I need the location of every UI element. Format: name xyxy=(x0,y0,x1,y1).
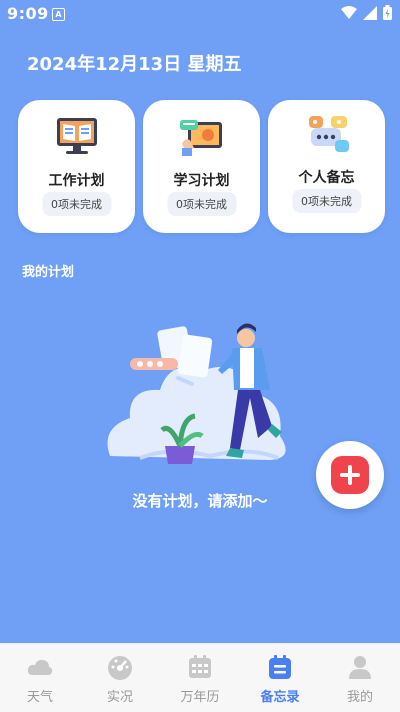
notification-icon: A xyxy=(52,8,65,21)
chat-bubbles-icon xyxy=(309,116,349,152)
plan-cards: 工作计划 0项未完成 学习计划 0项未完成 个人备忘 0项未完成 xyxy=(18,100,385,233)
empty-state-illustration xyxy=(107,323,286,464)
card-badge: 0项未完成 xyxy=(292,189,361,213)
card-title: 工作计划 xyxy=(48,173,105,189)
nav-label: 实况 xyxy=(106,690,133,705)
cloud-icon xyxy=(27,659,53,675)
wifi-icon xyxy=(341,5,357,19)
person-icon xyxy=(349,656,371,679)
nav-item-profile[interactable]: 我的 xyxy=(320,644,400,712)
card-personal-memo[interactable]: 个人备忘 0项未完成 xyxy=(268,100,385,233)
nav-label: 天气 xyxy=(26,690,53,705)
card-study-plan[interactable]: 学习计划 0项未完成 xyxy=(143,100,260,233)
nav-item-memo[interactable]: 备忘录 xyxy=(240,644,320,712)
card-badge: 0项未完成 xyxy=(42,192,111,216)
signal-icon xyxy=(363,5,377,20)
bottom-nav: 天气 实况 万年历 备忘录 我的 xyxy=(0,643,400,712)
nav-label: 备忘录 xyxy=(260,690,300,705)
date-title: 2024年12月13日 星期五 xyxy=(27,54,242,75)
card-work-plan[interactable]: 工作计划 0项未完成 xyxy=(18,100,135,233)
add-plan-button[interactable] xyxy=(316,441,384,509)
card-title: 个人备忘 xyxy=(298,170,355,186)
memo-icon xyxy=(269,655,291,679)
nav-label: 我的 xyxy=(346,690,373,705)
monitor-book-icon xyxy=(57,118,97,154)
gauge-icon xyxy=(108,656,132,680)
plus-icon xyxy=(331,456,369,494)
status-icons xyxy=(341,5,392,20)
my-plans-heading: 我的计划 xyxy=(22,265,75,280)
nav-label: 万年历 xyxy=(180,690,220,705)
nav-item-weather[interactable]: 天气 xyxy=(0,644,80,712)
status-time: 9:09 xyxy=(7,4,49,23)
battery-icon xyxy=(383,5,392,20)
card-title: 学习计划 xyxy=(173,173,230,189)
nav-item-live[interactable]: 实况 xyxy=(80,644,160,712)
calendar-icon xyxy=(189,655,211,678)
status-bar: 9:09 A xyxy=(0,0,400,28)
card-badge: 0项未完成 xyxy=(167,192,236,216)
tablet-study-icon xyxy=(180,120,222,156)
nav-item-calendar[interactable]: 万年历 xyxy=(160,644,240,712)
